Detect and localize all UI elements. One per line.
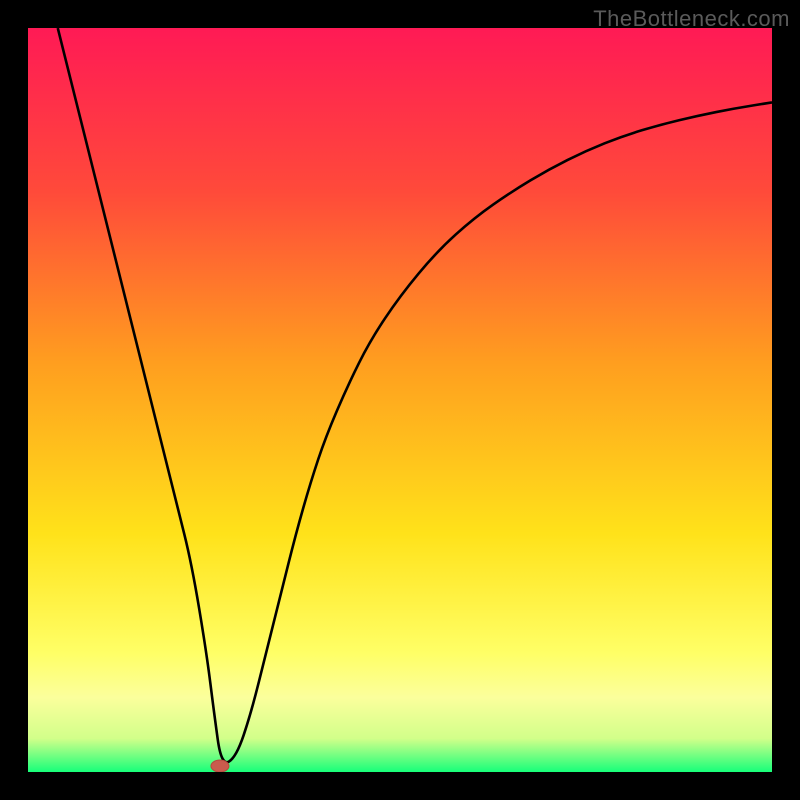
chart-svg: [28, 28, 772, 772]
chart-frame: TheBottleneck.com: [0, 0, 800, 800]
gradient-background: [28, 28, 772, 772]
watermark-text: TheBottleneck.com: [593, 6, 790, 32]
optimal-point-marker: [211, 760, 229, 772]
plot-area: [28, 28, 772, 772]
